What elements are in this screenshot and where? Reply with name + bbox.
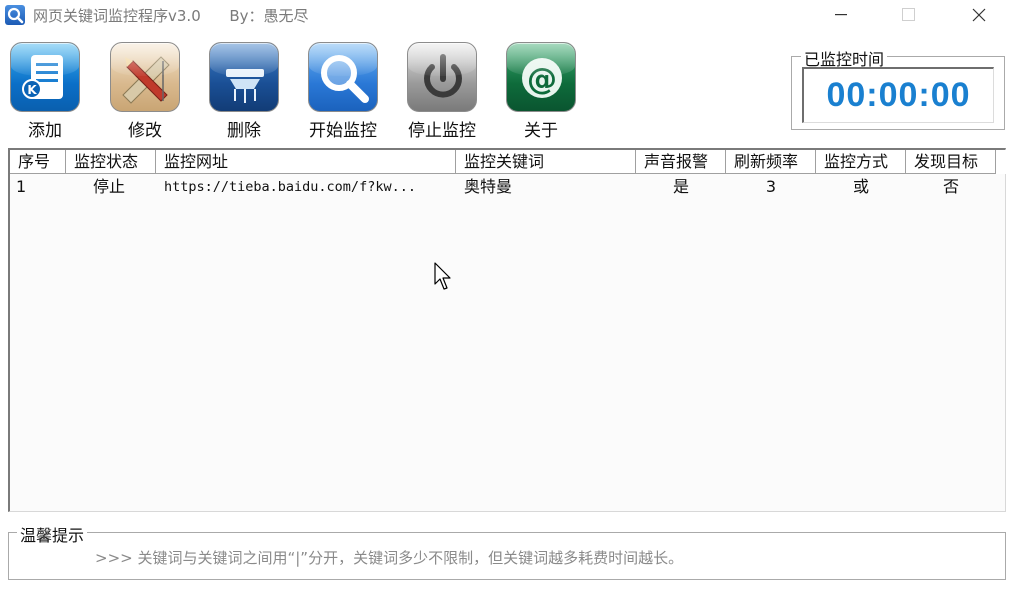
svg-text:@: @: [527, 62, 557, 97]
title-bar: 网页关键词监控程序v3.0 By：愚无尽: [0, 0, 1014, 30]
cell-refresh-rate: 3: [765, 177, 777, 196]
cell-keyword: 奥特曼: [464, 177, 513, 196]
column-header-status[interactable]: 监控状态: [66, 150, 156, 174]
magnifier-icon: [308, 42, 378, 112]
elapsed-time-group: 已监控时间 00:00:00: [791, 46, 1005, 130]
list-header: 序号 监控状态 监控网址 监控关键词 声音报警 刷新频率 监控方式 发现目标: [10, 150, 1006, 174]
column-header-refresh-rate[interactable]: 刷新频率: [726, 150, 816, 174]
stop-monitor-button[interactable]: 停止监控: [397, 40, 487, 142]
cell-sound-alarm: 是: [672, 177, 689, 196]
close-button[interactable]: [956, 0, 1002, 30]
elapsed-time-value: 00:00:00: [826, 76, 971, 114]
tips-group: 温馨提示 >>> 关键词与关键词之间用“|”分开，关键词多少不限制，但关键词越多…: [8, 522, 1006, 580]
at-sign-icon: @: [506, 42, 576, 112]
about-label: 关于: [524, 121, 558, 141]
minimize-button[interactable]: [818, 0, 864, 30]
column-header-monitor-mode[interactable]: 监控方式: [816, 150, 906, 174]
start-monitor-label: 开始监控: [309, 121, 377, 141]
app-window: 网页关键词监控程序v3.0 By：愚无尽 K 添加 修改 删除 开始监控 停止监…: [0, 0, 1014, 599]
power-icon: [407, 42, 477, 112]
column-header-target-found[interactable]: 发现目标: [906, 150, 996, 174]
cell-target-found: 否: [942, 177, 959, 196]
close-icon: [972, 8, 986, 22]
minimize-icon: [835, 14, 847, 16]
cell-url: https://tieba.baidu.com/f?kw...: [164, 179, 416, 195]
cell-status: 停止: [93, 177, 126, 196]
monitor-list[interactable]: 序号 监控状态 监控网址 监控关键词 声音报警 刷新频率 监控方式 发现目标 1…: [8, 148, 1006, 512]
maximize-button[interactable]: [886, 0, 932, 30]
mouse-cursor-icon: [434, 262, 451, 290]
add-label: 添加: [28, 121, 62, 141]
column-header-index[interactable]: 序号: [10, 150, 66, 174]
add-button[interactable]: K 添加: [0, 40, 90, 142]
cell-index: 1: [16, 177, 27, 196]
maximize-icon: [902, 8, 915, 21]
document-k-icon: K: [10, 42, 80, 112]
column-header-url[interactable]: 监控网址: [156, 150, 456, 174]
column-header-sound-alarm[interactable]: 声音报警: [636, 150, 726, 174]
about-button[interactable]: @ 关于: [496, 40, 586, 142]
delete-button[interactable]: 删除: [199, 40, 289, 142]
tips-label: 温馨提示: [17, 522, 88, 546]
app-search-icon: [5, 5, 25, 25]
pencil-ruler-icon: [110, 42, 180, 112]
delete-label: 删除: [227, 121, 261, 141]
edit-label: 修改: [128, 121, 162, 141]
window-title: 网页关键词监控程序v3.0 By：愚无尽: [33, 7, 309, 25]
elapsed-time-display: 00:00:00: [802, 67, 994, 123]
window-author: By：愚无尽: [229, 7, 309, 25]
svg-text:K: K: [27, 83, 37, 97]
cell-monitor-mode: 或: [852, 177, 869, 196]
delete-icon: [209, 42, 279, 112]
column-header-keyword[interactable]: 监控关键词: [456, 150, 636, 174]
stop-monitor-label: 停止监控: [408, 121, 476, 141]
tips-text: >>> 关键词与关键词之间用“|”分开，关键词多少不限制，但关键词越多耗费时间越…: [95, 549, 684, 567]
edit-button[interactable]: 修改: [100, 40, 190, 142]
table-row[interactable]: 1 停止 https://tieba.baidu.com/f?kw... 奥特曼…: [10, 176, 1006, 200]
start-monitor-button[interactable]: 开始监控: [298, 40, 388, 142]
